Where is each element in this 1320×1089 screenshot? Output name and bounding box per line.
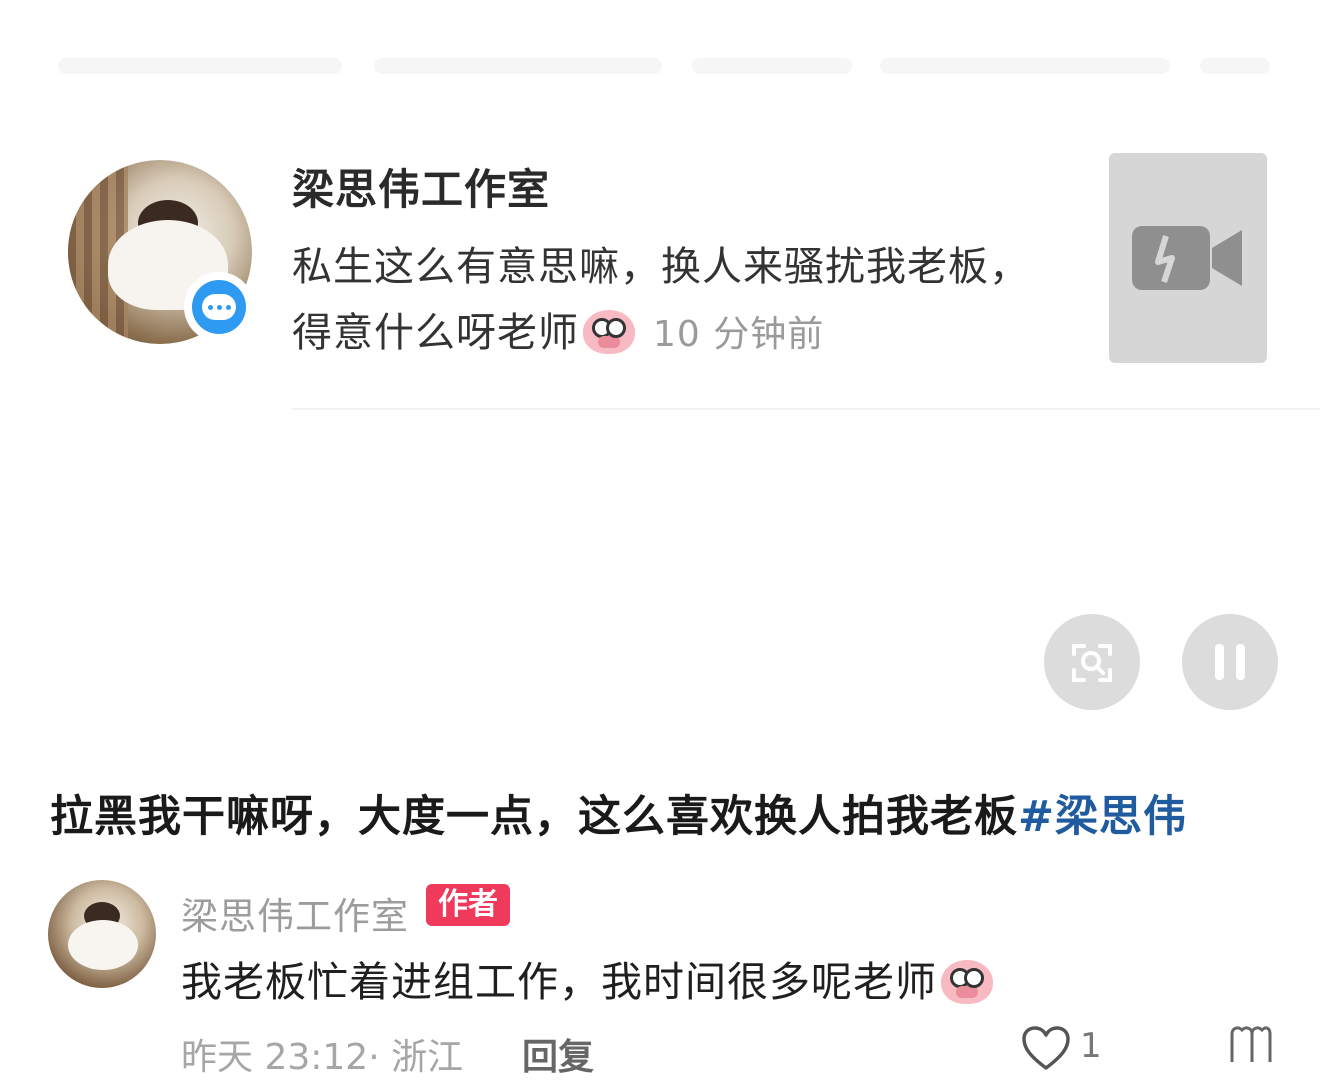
comment-meta: 昨天 23:12· 浙江 bbox=[181, 1037, 464, 1078]
video-thumbnail[interactable] bbox=[1109, 153, 1267, 363]
comment-text-line: 我老板忙着进组工作，我时间很多呢老师 bbox=[181, 948, 993, 1008]
pig-face-emoji bbox=[583, 310, 635, 354]
top-tab[interactable] bbox=[880, 58, 1170, 74]
message-bubble-icon bbox=[184, 272, 254, 342]
comment-text: 我老板忙着进组工作，我时间很多呢老师 bbox=[181, 958, 937, 1006]
post-caption: 拉黑我干嘛呀，大度一点，这么喜欢换人拍我老板#梁思伟 bbox=[50, 782, 1187, 844]
image-search-icon bbox=[1072, 644, 1112, 682]
top-tab[interactable] bbox=[692, 58, 852, 74]
notice-time: 10 分钟前 bbox=[653, 314, 825, 355]
pig-face-emoji bbox=[941, 960, 993, 1004]
divider bbox=[292, 408, 1320, 410]
top-tab[interactable] bbox=[1200, 58, 1270, 74]
notice-author-name[interactable]: 梁思伟工作室 bbox=[292, 156, 550, 217]
pause-icon bbox=[1215, 644, 1245, 680]
video-camera-icon bbox=[1132, 226, 1242, 290]
notification-card[interactable]: 梁思伟工作室 私生这么有意思嘛，换人来骚扰我老板，得意什么呀老师 10 分钟前 bbox=[0, 140, 1320, 410]
like-count: 1 bbox=[1080, 1026, 1102, 1066]
top-tab[interactable] bbox=[58, 58, 342, 74]
author-badge: 作者 bbox=[426, 884, 510, 926]
reply-button[interactable]: 回复 bbox=[522, 1028, 594, 1080]
more-icon[interactable] bbox=[1228, 1022, 1272, 1066]
comment-avatar[interactable] bbox=[48, 880, 156, 988]
caption-text: 拉黑我干嘛呀，大度一点，这么喜欢换人拍我老板 bbox=[50, 792, 1018, 842]
heart-icon[interactable] bbox=[1020, 1024, 1072, 1072]
top-tab-strip bbox=[0, 0, 1320, 80]
top-tab[interactable] bbox=[374, 58, 662, 74]
image-search-button[interactable] bbox=[1044, 614, 1140, 710]
notice-message: 私生这么有意思嘛，换人来骚扰我老板，得意什么呀老师 10 分钟前 bbox=[292, 234, 1042, 368]
comment-author-name[interactable]: 梁思伟工作室 bbox=[181, 886, 409, 940]
hashtag-link[interactable]: #梁思伟 bbox=[1018, 792, 1187, 842]
pause-button[interactable] bbox=[1182, 614, 1278, 710]
